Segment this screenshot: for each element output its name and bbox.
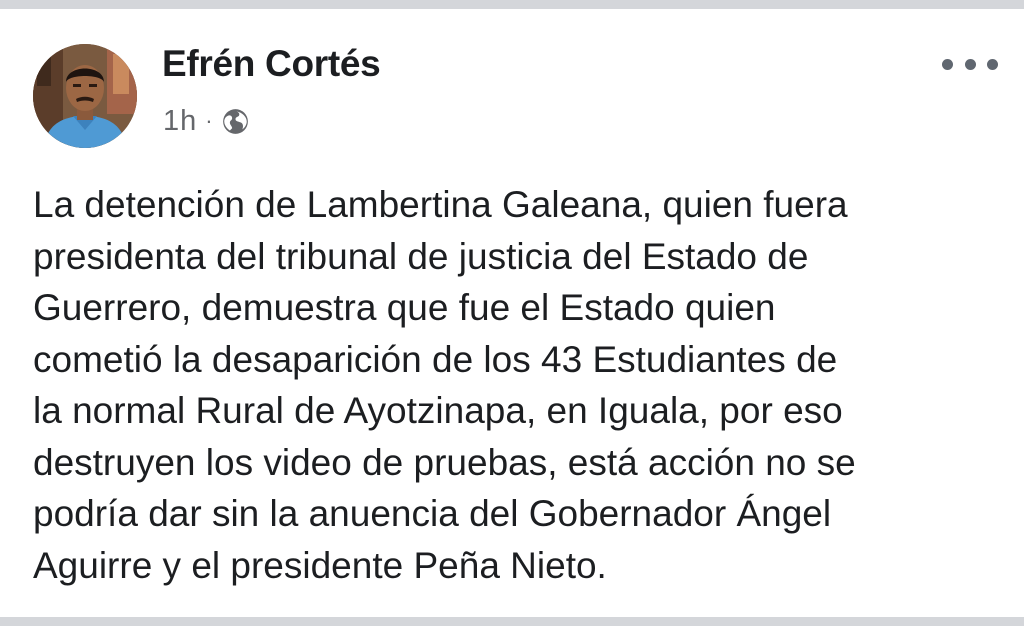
more-options-icon[interactable] [942, 51, 998, 77]
post-body: La detención de Lambertina Galeana, quie… [33, 179, 993, 591]
post-text-line: cometió la desaparición de los 43 Estudi… [33, 338, 838, 380]
more-dot [942, 58, 953, 70]
author-avatar[interactable] [33, 44, 137, 148]
more-dot [987, 58, 998, 70]
facebook-post: Efrén Cortés 1h · La detención de Lamber… [0, 9, 1024, 617]
more-dot [964, 58, 976, 70]
feed-divider-top [0, 0, 1024, 9]
post-text-line: presidenta del tribunal de justicia del … [33, 235, 809, 277]
post-text-line: podría dar sin la anuencia del Gobernado… [33, 493, 832, 534]
post-text-line: La detención de Lambertina Galeana, quie… [33, 184, 848, 225]
post-text-line: la normal Rural de Ayotzinapa, en Iguala… [33, 390, 843, 431]
post-timestamp[interactable]: 1h [163, 105, 197, 138]
post-text-line: destruyen los video de pruebas, está acc… [33, 441, 856, 483]
meta-separator: · [205, 108, 213, 133]
post-meta: 1h · [163, 104, 249, 138]
post-text-line: Aguirre y el presidente Peña Nieto. [33, 544, 607, 586]
profile-photo [33, 44, 137, 148]
author-name[interactable]: Efrén Cortés [162, 43, 381, 85]
post-text-line: Guerrero, demuestra que fue el Estado qu… [33, 287, 776, 328]
globe-icon[interactable] [222, 108, 249, 135]
feed-divider-bottom [0, 617, 1024, 626]
